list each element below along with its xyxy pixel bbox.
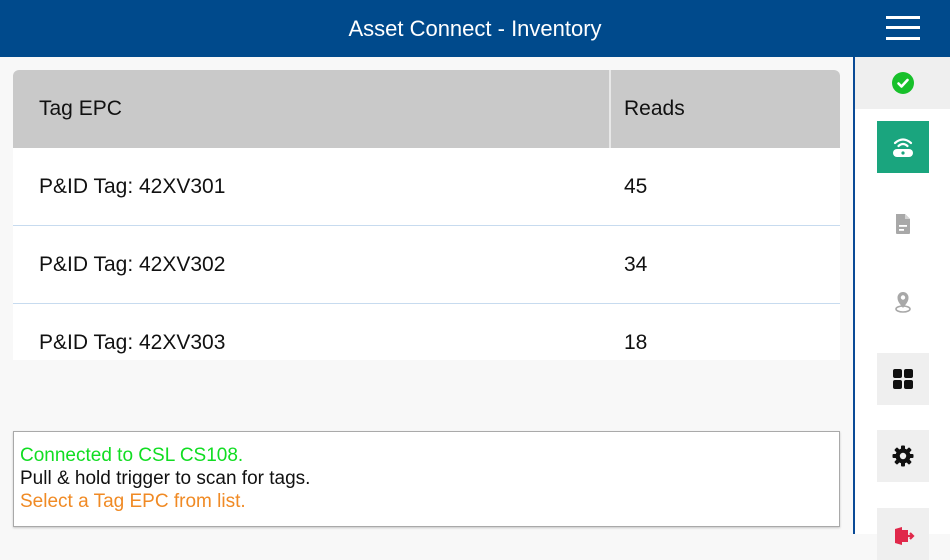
document-icon [896, 214, 910, 234]
sidebar-item-document[interactable] [877, 198, 929, 250]
tag-epc-cell: P&ID Tag: 42XV303 [39, 331, 226, 354]
tag-epc-cell: P&ID Tag: 42XV302 [39, 253, 226, 276]
column-divider [609, 70, 611, 148]
reads-cell: 34 [624, 253, 648, 276]
reads-cell: 18 [624, 331, 648, 354]
hamburger-menu-icon[interactable] [884, 14, 922, 42]
table-row[interactable]: P&ID Tag: 42XV302 34 [13, 226, 840, 304]
sidebar-item-rfid[interactable] [877, 121, 929, 173]
sidebar-item-location[interactable] [877, 275, 929, 327]
exit-icon [895, 527, 915, 545]
table-header: Tag EPC Reads [13, 70, 840, 148]
tag-table: Tag EPC Reads P&ID Tag: 42XV301 45 P&ID … [13, 70, 840, 360]
status-prompt: Select a Tag EPC from list. [20, 491, 246, 512]
page-title: Asset Connect - Inventory [348, 16, 602, 41]
connection-status [855, 57, 950, 109]
sidebar-item-exit[interactable] [877, 508, 929, 560]
top-bar: Asset Connect - Inventory [0, 0, 950, 57]
sidebar-item-apps[interactable] [877, 353, 929, 405]
location-pin-icon [895, 292, 911, 313]
status-instruction: Pull & hold trigger to scan for tags. [20, 468, 311, 489]
grid-apps-icon [893, 369, 913, 389]
reads-cell: 45 [624, 175, 648, 198]
sidebar [853, 57, 950, 560]
column-header-reads[interactable]: Reads [624, 70, 685, 148]
table-row[interactable]: P&ID Tag: 42XV303 18 [13, 304, 840, 359]
main-content: Tag EPC Reads P&ID Tag: 42XV301 45 P&ID … [0, 57, 853, 534]
sidebar-item-settings[interactable] [877, 430, 929, 482]
column-header-tag-epc[interactable]: Tag EPC [39, 70, 122, 148]
tag-epc-cell: P&ID Tag: 42XV301 [39, 175, 226, 198]
check-circle-icon [892, 72, 914, 94]
table-row[interactable]: P&ID Tag: 42XV301 45 [13, 148, 840, 226]
status-panel: Connected to CSL CS108. Pull & hold trig… [13, 431, 840, 527]
rfid-reader-icon [893, 138, 913, 157]
gear-icon [892, 445, 914, 467]
status-connected: Connected to CSL CS108. [20, 445, 244, 466]
